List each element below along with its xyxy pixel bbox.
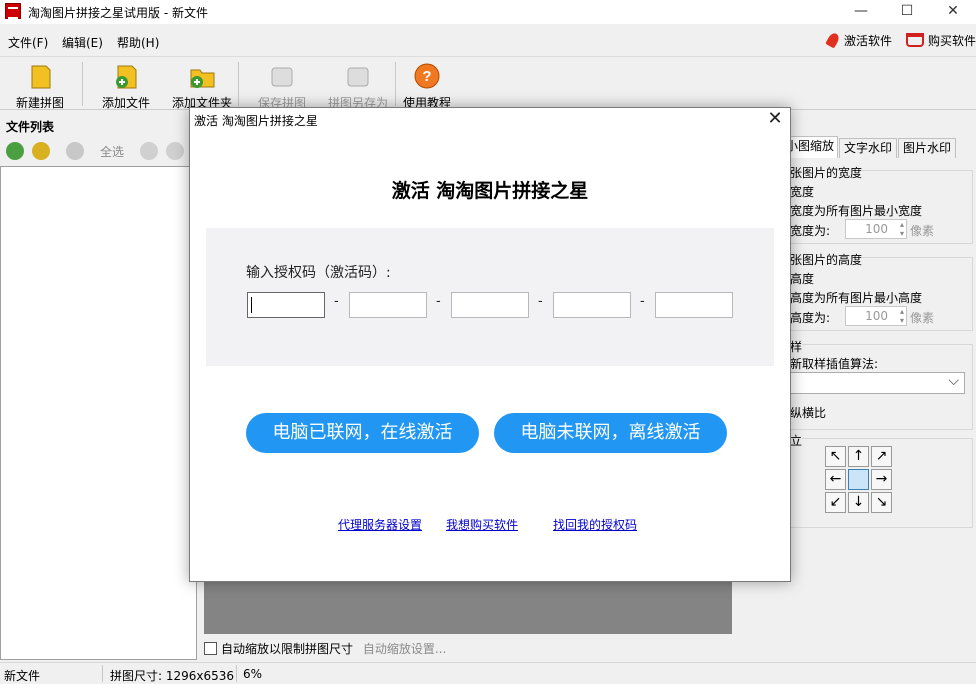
keep-ratio-checkbox[interactable]: 纵横比 [790,404,826,421]
add-file-button[interactable]: 添加文件 [88,60,164,110]
remove-file-icon[interactable] [66,142,84,160]
close-window-button[interactable]: ✕ [930,0,976,24]
buy-software-link-dialog[interactable]: 我想购买软件 [446,516,518,533]
save-as-icon [347,67,369,87]
align-bottom-button[interactable]: ↓ [848,492,869,513]
add-file-small-icon[interactable] [6,142,24,160]
tutorial-button[interactable]: ? 使用教程 [389,60,465,110]
move-up-icon[interactable] [140,142,158,160]
tab-text-watermark[interactable]: 文字水印 [839,138,897,158]
window-title: 淘淘图片拼接之星试用版 - 新文件 [28,6,208,20]
status-zoom: 6% [243,667,263,681]
license-code-field-5[interactable] [655,292,733,318]
tab-image-watermark[interactable]: 图片水印 [898,138,956,158]
buy-software-link[interactable]: 购买软件 [906,32,976,49]
dialog-close-button[interactable]: ✕ [764,109,786,131]
new-collage-label: 新建拼图 [15,96,64,110]
new-collage-button[interactable]: 新建拼图 [2,60,78,110]
recover-license-link[interactable]: 找回我的授权码 [553,516,637,533]
save-as-button[interactable]: 拼图另存为 [320,60,396,110]
license-code-field-3[interactable] [451,292,529,318]
align-bottom-left-button[interactable]: ↙ [825,492,846,513]
height-group-title: 张图片的高度 [790,251,863,268]
minimize-button[interactable]: — [838,0,884,24]
status-separator [102,665,103,682]
height-option-fixed[interactable]: 高度为: [790,309,830,326]
add-folder-button[interactable]: 添加文件夹 [164,60,240,110]
select-all-button[interactable]: 全选 [100,143,124,160]
save-collage-button[interactable]: 保存拼图 [244,60,320,110]
align-bottom-right-button[interactable]: ↘ [871,492,892,513]
auto-scale-row: 自动缩放以限制拼图尺寸 自动缩放设置... [204,640,734,660]
file-list-title: 文件列表 [6,120,55,134]
add-folder-small-icon[interactable] [32,142,50,160]
width-unit: 像素 [910,224,935,238]
align-right-button[interactable]: → [871,469,892,490]
width-option-min[interactable]: 宽度为所有图片最小宽度 [790,202,922,219]
align-center-button[interactable] [848,469,869,490]
resample-group-title: 样 [790,338,803,355]
align-top-left-button[interactable]: ↖ [825,446,846,467]
online-activate-button[interactable]: 电脑已联网，在线激活 [246,413,479,453]
svg-text:?: ? [422,68,431,85]
height-option-min[interactable]: 高度为所有图片最小高度 [790,289,922,306]
app-icon [5,3,21,19]
activate-software-link[interactable]: 激活软件 [825,31,893,49]
activation-dialog: 激活 淘淘图片拼接之星 ✕ 激活 淘淘图片拼接之星 输入授权码（激活码）: - … [189,107,791,582]
width-group-title: 张图片的宽度 [790,164,863,181]
code-dash: - [538,294,543,309]
license-code-label: 输入授权码（激活码）: [246,265,391,281]
menu-file[interactable]: 文件(F) [8,34,48,51]
align-top-button[interactable]: ↑ [848,446,869,467]
file-list[interactable] [0,166,197,660]
auto-scale-checkbox[interactable] [204,642,217,655]
height-unit: 像素 [910,311,935,325]
height-option-original[interactable]: 高度 [790,270,814,287]
auto-scale-settings-button[interactable]: 自动缩放设置... [363,642,446,656]
menu-edit[interactable]: 编辑(E) [62,34,103,51]
status-size: 拼图尺寸: 1296x6536 [110,669,235,683]
code-dash: - [640,294,645,309]
activate-label: 激活软件 [844,34,893,48]
offline-activate-button[interactable]: 电脑未联网，离线激活 [494,413,727,453]
maximize-button[interactable]: ☐ [884,0,930,24]
license-code-field-2[interactable] [349,292,427,318]
cart-icon [906,33,924,47]
toolbar-separator [238,62,239,106]
buy-label: 购买软件 [928,34,976,48]
help-icon: ? [414,63,440,89]
proxy-settings-link[interactable]: 代理服务器设置 [338,516,422,533]
add-folder-icon [190,69,215,88]
add-file-icon [116,65,137,89]
width-option-original[interactable]: 宽度 [790,183,814,200]
dialog-heading: 激活 淘淘图片拼接之星 [391,180,589,202]
align-left-button[interactable]: ← [825,469,846,490]
move-down-icon[interactable] [166,142,184,160]
resample-label: 新取样插值算法: [790,357,879,371]
code-dash: - [436,294,441,309]
status-separator [236,665,237,682]
align-group-title: 立 [790,432,803,449]
add-file-label: 添加文件 [101,96,150,110]
align-top-right-button[interactable]: ↗ [871,446,892,467]
menu-help[interactable]: 帮助(H) [117,34,159,51]
height-spinner[interactable]: 100 [845,306,907,326]
code-dash: - [334,294,339,309]
license-code-field-4[interactable] [553,292,631,318]
key-icon [825,31,841,49]
toolbar-separator [82,62,83,106]
width-option-fixed[interactable]: 宽度为: [790,222,830,239]
new-document-icon [31,65,51,89]
auto-scale-label: 自动缩放以限制拼图尺寸 [221,642,354,656]
dialog-title: 激活 淘淘图片拼接之星 [194,114,318,128]
save-icon [271,67,293,87]
status-file: 新文件 [4,669,41,683]
license-code-field-1[interactable] [247,292,325,318]
width-spinner[interactable]: 100 [845,219,907,239]
